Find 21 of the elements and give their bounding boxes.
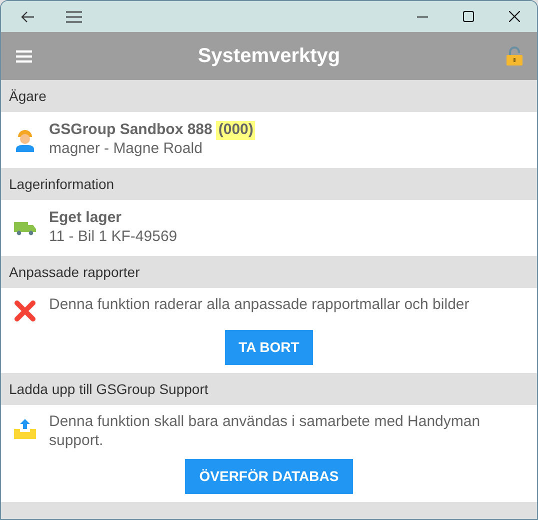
page-title: Systemverktyg bbox=[198, 44, 340, 69]
close-icon bbox=[508, 11, 520, 22]
truck-icon bbox=[14, 220, 36, 236]
padlock-icon bbox=[506, 46, 522, 66]
minimize-icon bbox=[416, 16, 428, 18]
item-subtitle: 11 - Bil 1 KF-49569 bbox=[49, 228, 178, 247]
back-icon bbox=[21, 10, 35, 22]
item-title: Eget lager bbox=[49, 209, 122, 228]
highlighted-code: (000) bbox=[216, 121, 256, 140]
action-button[interactable]: ÖVERFÖR DATABAS bbox=[185, 458, 353, 494]
description-text: Denna funktion raderar alla anpassade rapportmallar och bilder bbox=[49, 296, 470, 315]
maximize-icon bbox=[462, 11, 474, 22]
worker-icon bbox=[15, 128, 35, 152]
menu-icon bbox=[16, 50, 32, 62]
item-title: GSGroup Sandbox 888 bbox=[49, 121, 212, 140]
upload-icon bbox=[14, 417, 36, 439]
menu-icon bbox=[66, 10, 82, 22]
action-button[interactable]: TA BORT bbox=[224, 330, 314, 365]
description-text: Denna funktion skall bara användas i samarbete med Handyman support. bbox=[49, 413, 482, 450]
error-icon bbox=[14, 300, 36, 322]
item-subtitle: magner - Magne Roald bbox=[49, 140, 204, 159]
